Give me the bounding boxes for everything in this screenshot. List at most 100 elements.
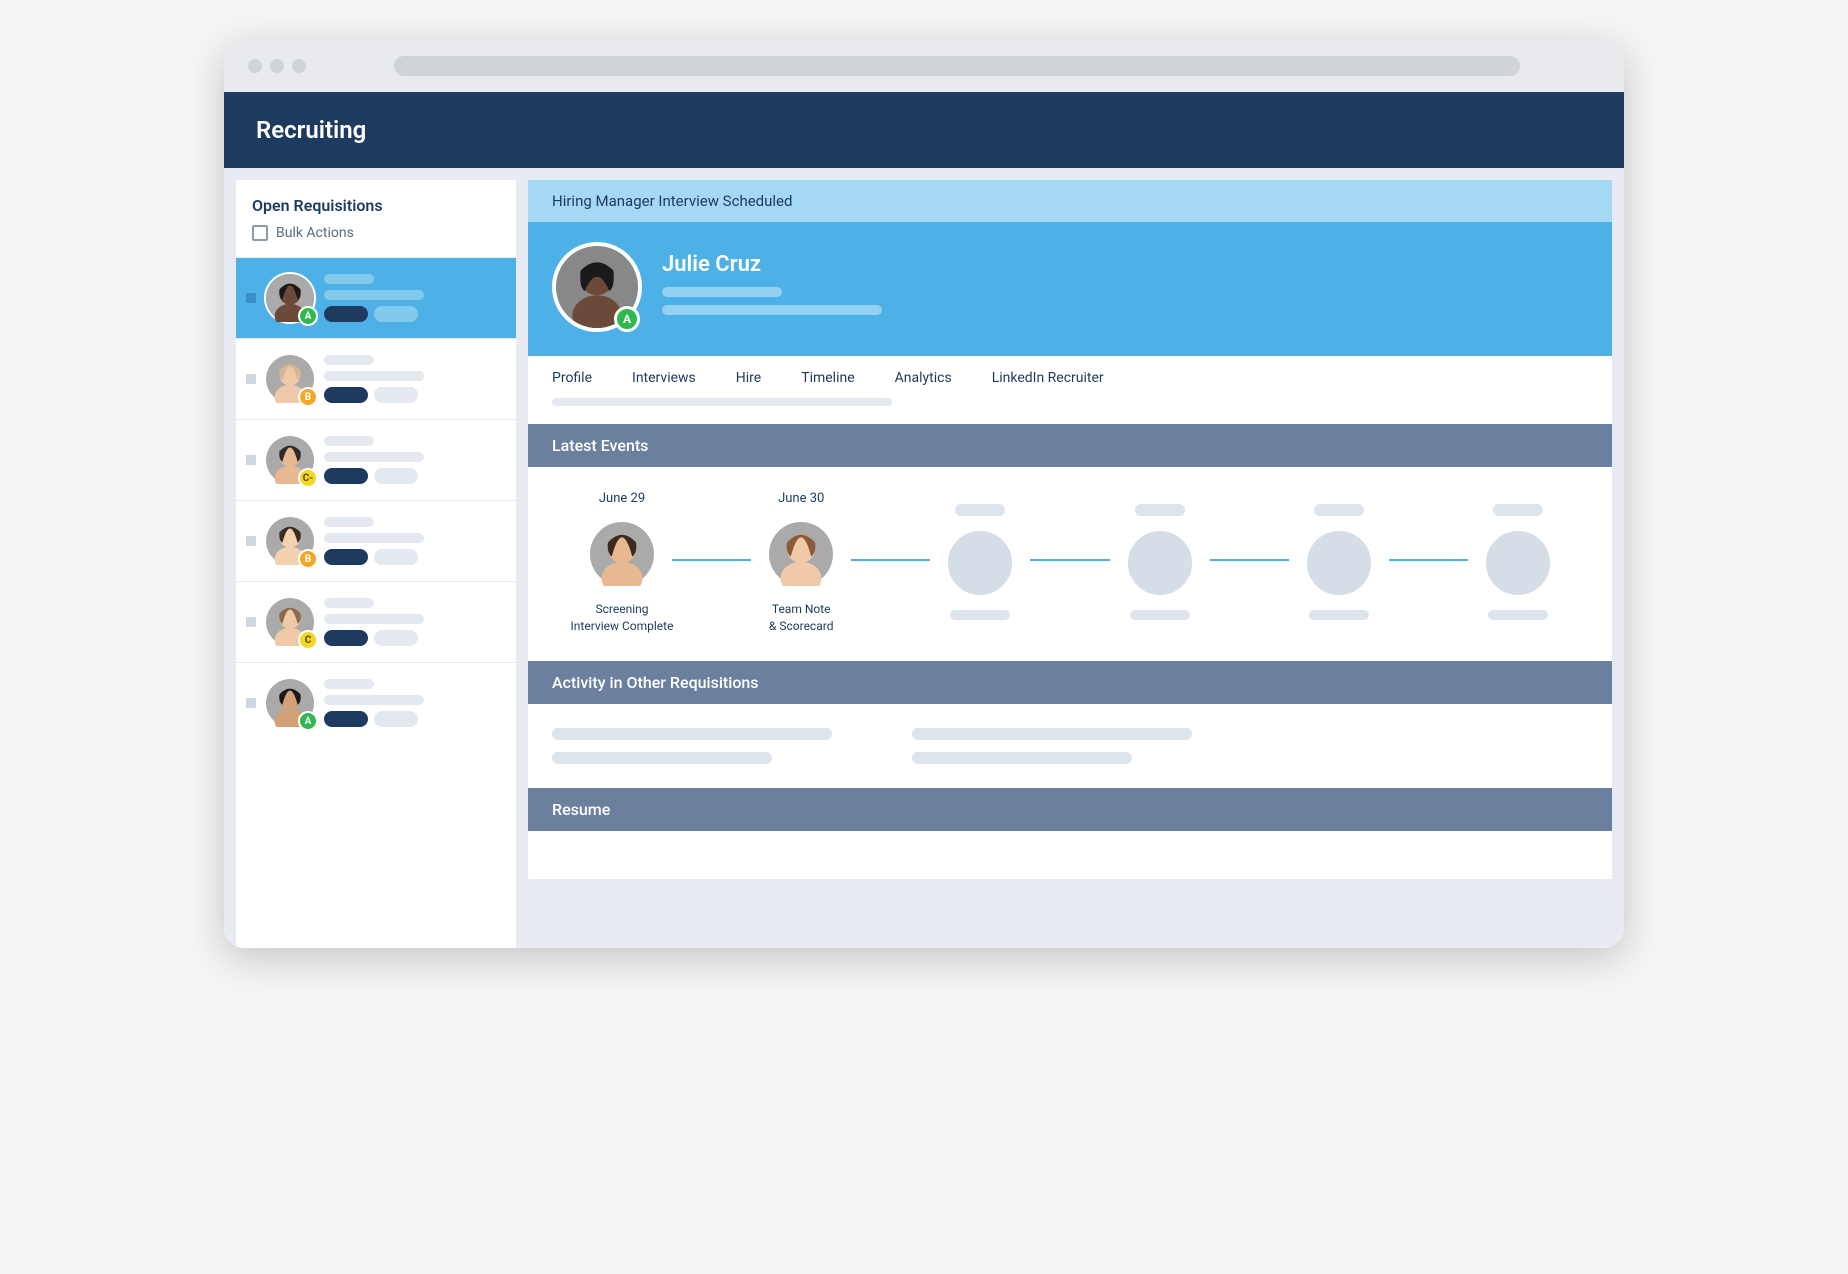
event-placeholder-icon: [1304, 528, 1374, 598]
timeline: June 29ScreeningInterview Complete June 3…: [552, 491, 1588, 633]
tag-pill: [324, 549, 368, 565]
placeholder-text: [324, 274, 374, 284]
tag-pill: [324, 468, 368, 484]
event-label: ScreeningInterview Complete: [571, 601, 674, 633]
row-checkbox[interactable]: [246, 293, 256, 303]
tag-pill: [374, 630, 418, 646]
timeline-node[interactable]: [1448, 504, 1588, 620]
bulk-actions-toggle[interactable]: Bulk Actions: [252, 225, 500, 241]
sidebar: Open Requisitions Bulk Actions A B: [236, 180, 516, 948]
candidate-row[interactable]: C: [236, 581, 516, 662]
grade-badge: A: [298, 306, 318, 326]
resume-panel: [528, 831, 1612, 879]
app-header: Recruiting: [224, 92, 1624, 168]
candidate-row[interactable]: A: [236, 257, 516, 338]
tag-pill: [324, 630, 368, 646]
placeholder-text: [324, 679, 374, 689]
row-checkbox[interactable]: [246, 455, 256, 465]
candidate-avatar: C-: [264, 434, 316, 486]
candidate-avatar: B: [264, 353, 316, 405]
placeholder-text: [912, 728, 1192, 740]
window-control-minimize[interactable]: [270, 59, 284, 73]
placeholder-text: [324, 452, 424, 462]
tab-hire[interactable]: Hire: [736, 370, 761, 386]
status-bar: Hiring Manager Interview Scheduled: [528, 180, 1612, 222]
grade-badge: A: [298, 711, 318, 731]
placeholder-text: [1493, 504, 1543, 516]
grade-badge: B: [298, 387, 318, 407]
placeholder-text: [324, 614, 424, 624]
placeholder-text: [324, 436, 374, 446]
placeholder-text: [950, 610, 1010, 620]
tab-timeline[interactable]: Timeline: [801, 370, 854, 386]
tag-pill: [324, 306, 368, 322]
url-bar[interactable]: [394, 56, 1520, 76]
section-header-other: Activity in Other Requisitions: [528, 661, 1612, 704]
candidate-row[interactable]: B: [236, 500, 516, 581]
placeholder-text: [324, 598, 374, 608]
placeholder-text: [552, 728, 832, 740]
tag-pill: [374, 711, 418, 727]
candidate-info: [324, 679, 506, 727]
row-checkbox[interactable]: [246, 617, 256, 627]
candidate-avatar: B: [264, 515, 316, 567]
tag-pill: [374, 306, 418, 322]
candidate-info: [324, 517, 506, 565]
candidate-row[interactable]: B: [236, 338, 516, 419]
bulk-actions-label: Bulk Actions: [276, 225, 354, 241]
timeline-node[interactable]: [1090, 504, 1230, 620]
window-control-close[interactable]: [248, 59, 262, 73]
sidebar-header: Open Requisitions Bulk Actions: [236, 180, 516, 257]
candidate-row[interactable]: C-: [236, 419, 516, 500]
event-avatar: [587, 519, 657, 589]
timeline-node[interactable]: June 29ScreeningInterview Complete: [552, 491, 692, 633]
placeholder-text: [552, 398, 892, 406]
placeholder-text: [662, 305, 882, 315]
event-placeholder-icon: [945, 528, 1015, 598]
row-checkbox[interactable]: [246, 698, 256, 708]
row-checkbox[interactable]: [246, 374, 256, 384]
tab-profile[interactable]: Profile: [552, 370, 592, 386]
section-header-resume: Resume: [528, 788, 1612, 831]
placeholder-text: [1130, 610, 1190, 620]
tag-pill: [374, 387, 418, 403]
content-area: Open Requisitions Bulk Actions A B: [224, 168, 1624, 948]
placeholder-text: [324, 371, 424, 381]
candidate-info: [324, 274, 506, 322]
placeholder-text: [912, 752, 1132, 764]
placeholder-text: [324, 355, 374, 365]
grade-badge: C-: [298, 468, 318, 488]
tag-pill: [324, 387, 368, 403]
tag-pill: [374, 468, 418, 484]
placeholder-text: [1135, 504, 1185, 516]
candidate-avatar: A: [264, 272, 316, 324]
candidate-avatar: C: [264, 596, 316, 648]
tabs-bar: Profile Interviews Hire Timeline Analytics Li…: [528, 356, 1612, 424]
timeline-node[interactable]: [1269, 504, 1409, 620]
placeholder-text: [324, 695, 424, 705]
grade-badge: B: [298, 549, 318, 569]
window-control-maximize[interactable]: [292, 59, 306, 73]
timeline-node[interactable]: [910, 504, 1050, 620]
placeholder-text: [1309, 610, 1369, 620]
candidate-info: [324, 355, 506, 403]
tab-interviews[interactable]: Interviews: [632, 370, 696, 386]
page-title: Recruiting: [256, 116, 1592, 144]
candidate-avatar: A: [264, 677, 316, 729]
tab-analytics[interactable]: Analytics: [895, 370, 952, 386]
candidate-row[interactable]: A: [236, 662, 516, 743]
candidate-list: A B C-: [236, 257, 516, 948]
candidate-name: Julie Cruz: [662, 252, 1588, 277]
bulk-actions-checkbox[interactable]: [252, 225, 268, 241]
candidate-info: [324, 598, 506, 646]
sidebar-title: Open Requisitions: [252, 196, 500, 215]
event-date: June 30: [778, 491, 824, 507]
main-panel: Hiring Manager Interview Scheduled A Jul…: [528, 180, 1612, 948]
profile-avatar: A: [552, 242, 642, 332]
placeholder-text: [1314, 504, 1364, 516]
tab-linkedin-recruiter[interactable]: LinkedIn Recruiter: [992, 370, 1104, 386]
timeline-panel: June 29ScreeningInterview Complete June 3…: [528, 467, 1612, 661]
row-checkbox[interactable]: [246, 536, 256, 546]
timeline-node[interactable]: June 30Team Note& Scorecard: [731, 491, 871, 633]
other-activity-panel: [528, 704, 1612, 788]
